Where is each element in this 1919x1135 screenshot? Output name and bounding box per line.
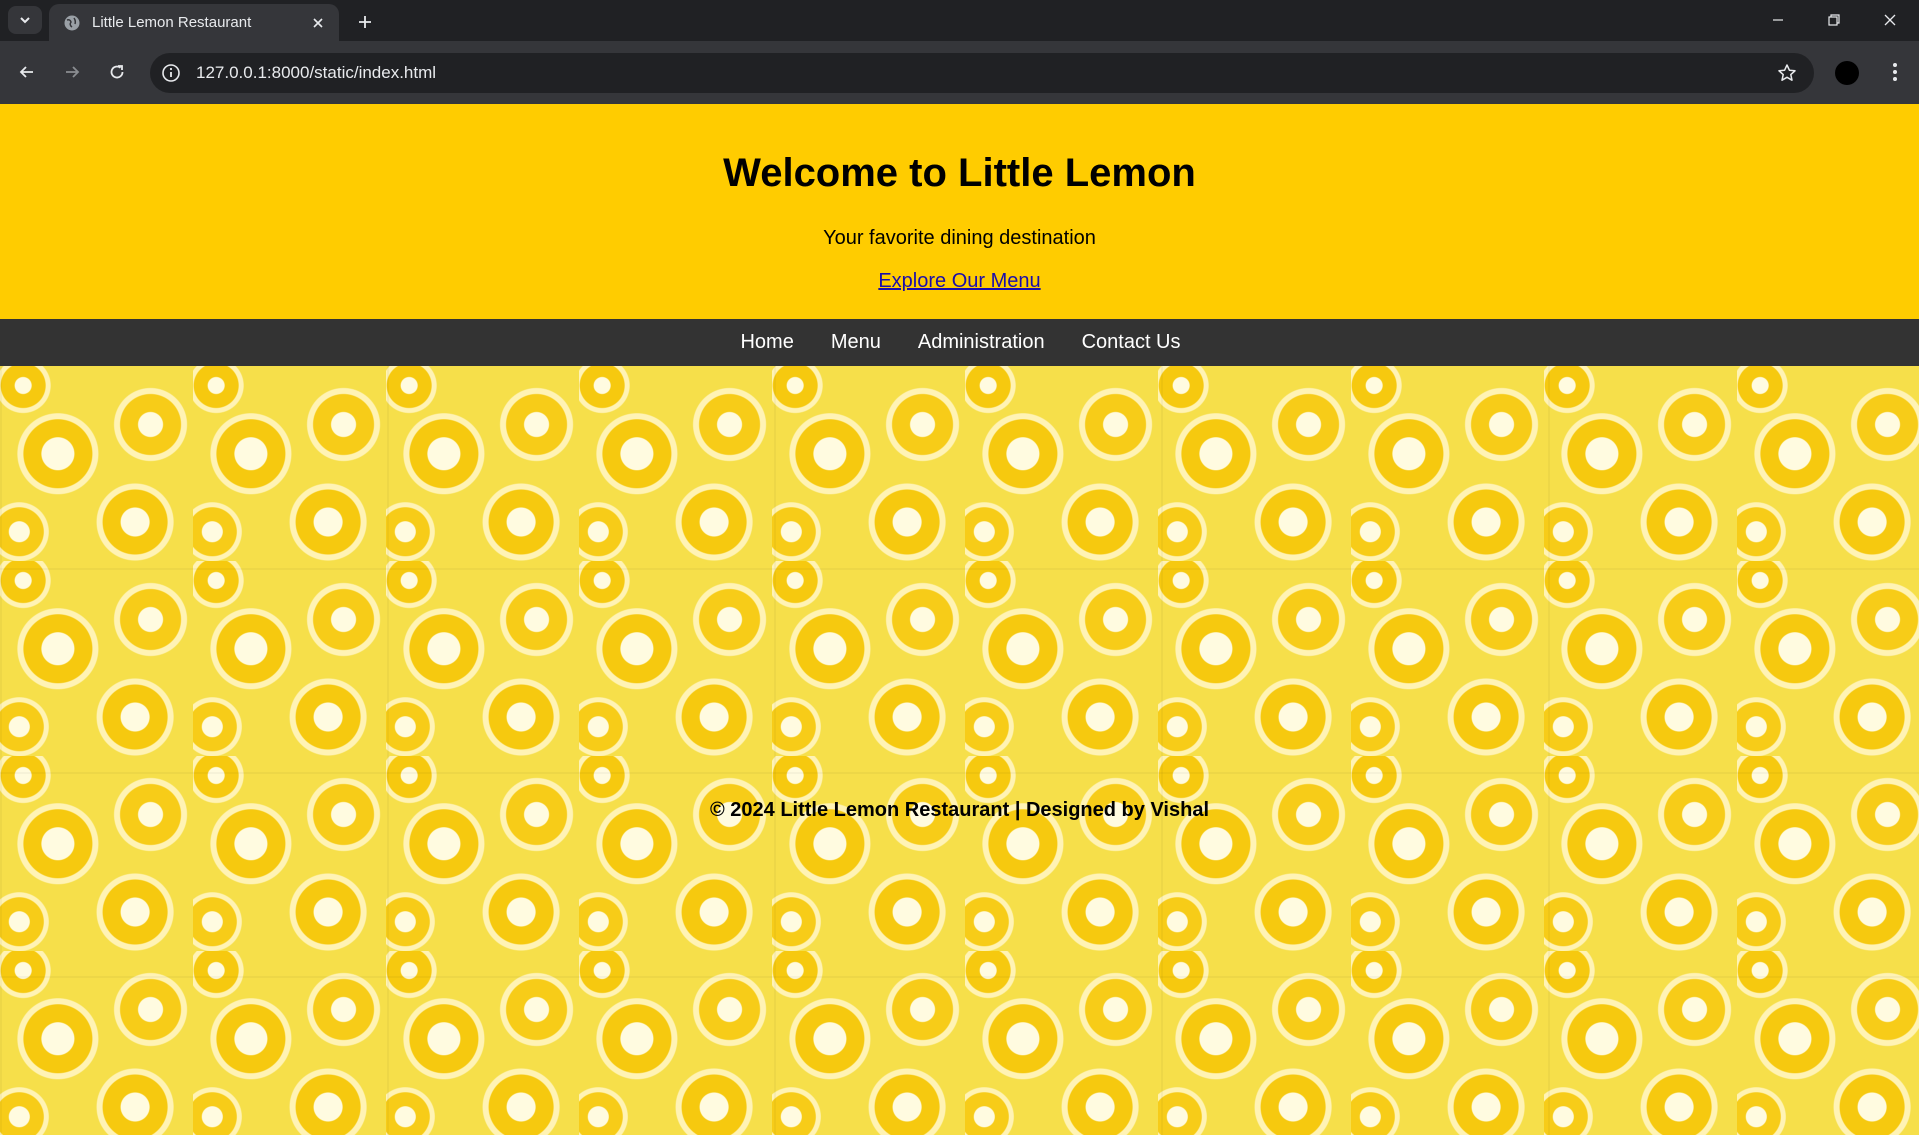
tab-search-button[interactable] bbox=[8, 6, 42, 34]
nav-item-contact-us[interactable]: Contact Us bbox=[1082, 331, 1181, 354]
nav-item-menu[interactable]: Menu bbox=[831, 331, 881, 354]
restore-button[interactable] bbox=[1806, 0, 1862, 40]
arrow-right-icon bbox=[66, 66, 80, 78]
page-title: Welcome to Little Lemon bbox=[723, 151, 1196, 195]
nav-item-administration[interactable]: Administration bbox=[918, 331, 1045, 354]
restore-icon bbox=[1828, 14, 1840, 26]
url-text: 127.0.0.1:8000/static/index.html bbox=[196, 63, 437, 82]
browser-tab[interactable]: Little Lemon Restaurant bbox=[49, 4, 339, 41]
arrow-left-icon bbox=[19, 66, 33, 78]
browser-tab-strip: Little Lemon Restaurant bbox=[0, 0, 1919, 41]
nav-item-home[interactable]: Home bbox=[740, 331, 793, 354]
main-nav: Home Menu Administration Contact Us bbox=[0, 319, 1919, 366]
globe-icon bbox=[63, 14, 81, 32]
tab-title: Little Lemon Restaurant bbox=[92, 14, 252, 31]
site-info-icon[interactable] bbox=[160, 62, 182, 84]
lemon-background-image bbox=[0, 366, 1919, 1135]
new-tab-button[interactable] bbox=[352, 9, 378, 35]
forward-button[interactable] bbox=[56, 56, 88, 88]
close-tab-icon[interactable] bbox=[309, 14, 327, 32]
address-bar[interactable]: 127.0.0.1:8000/static/index.html bbox=[150, 53, 1814, 93]
page-viewport: Welcome to Little Lemon Your favorite di… bbox=[0, 104, 1919, 1135]
reload-button[interactable] bbox=[101, 56, 133, 88]
plus-icon bbox=[359, 16, 371, 28]
minimize-button[interactable] bbox=[1750, 0, 1806, 40]
more-vertical-icon bbox=[1893, 63, 1897, 81]
menu-link-wrapper: Explore Our Menu bbox=[0, 270, 1919, 293]
browser-toolbar: 127.0.0.1:8000/static/index.html bbox=[0, 41, 1919, 104]
site-footer: © 2024 Little Lemon Restaurant | Designe… bbox=[710, 799, 1209, 821]
bookmark-star-icon[interactable] bbox=[1776, 62, 1798, 84]
chevron-down-icon bbox=[20, 17, 30, 24]
profile-avatar[interactable] bbox=[1835, 61, 1859, 85]
back-button[interactable] bbox=[11, 56, 43, 88]
site-header: Welcome to Little Lemon Your favorite di… bbox=[0, 104, 1919, 319]
close-icon bbox=[1884, 14, 1896, 26]
tagline: Your favorite dining destination bbox=[823, 227, 1096, 249]
explore-menu-link[interactable]: Explore Our Menu bbox=[878, 270, 1040, 292]
browser-menu-button[interactable] bbox=[1880, 56, 1910, 88]
minimize-icon bbox=[1773, 19, 1783, 21]
reload-icon bbox=[110, 65, 124, 79]
close-window-button[interactable] bbox=[1862, 0, 1918, 40]
